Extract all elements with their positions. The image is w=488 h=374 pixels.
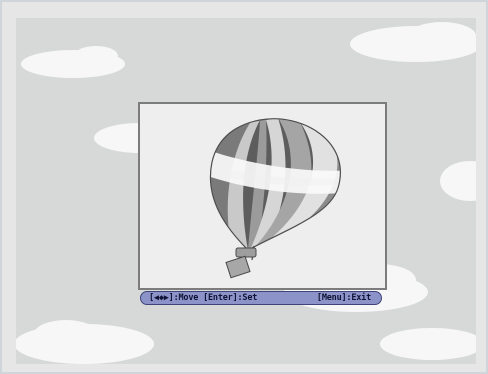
key-hint-bar: [◀◆▶]:Move [Enter]:Set [Menu]:Exit (140, 291, 382, 305)
cloud-bottom-left (16, 320, 154, 364)
cloud-top-left (21, 46, 125, 78)
cloud-mid-right (440, 161, 476, 201)
hot-air-balloon-icon (209, 118, 341, 279)
move-set-hint: [◀◆▶]:Move [Enter]:Set (149, 293, 258, 303)
projector-screen-window: [◀◆▶]:Move [Enter]:Set [Menu]:Exit (0, 0, 488, 374)
cloud-bottom-center (380, 328, 476, 360)
cloud-top-right (350, 22, 476, 62)
menu-exit-hint: [Menu]:Exit (316, 293, 371, 303)
preview-frame (138, 102, 387, 290)
